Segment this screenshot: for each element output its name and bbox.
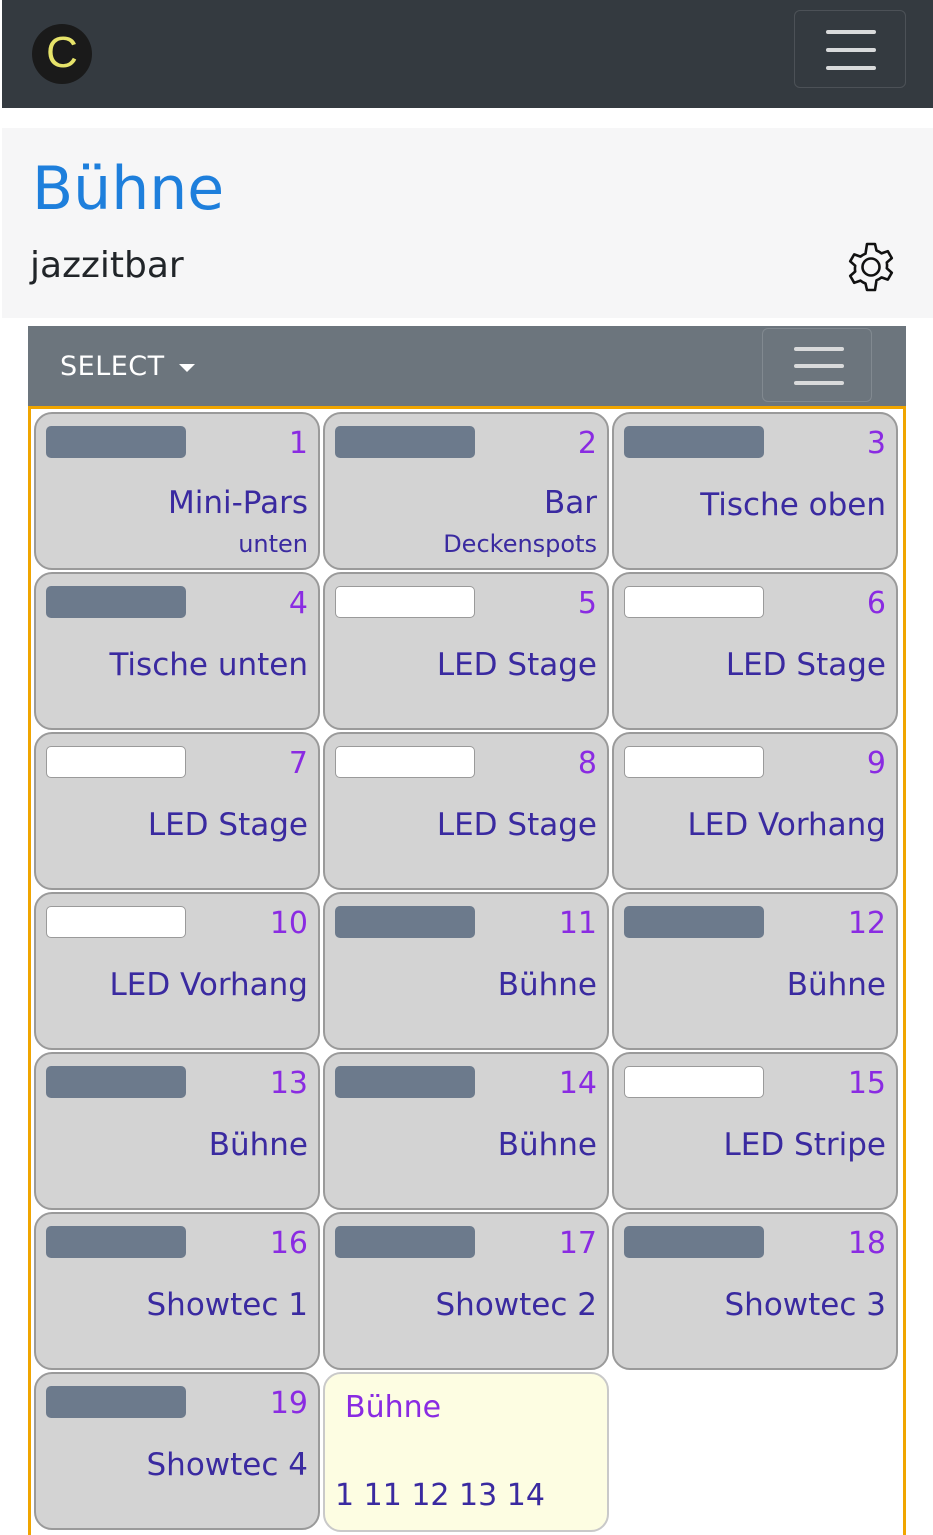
group-members: 1 11 12 13 14	[335, 1478, 545, 1513]
level-bar	[624, 1066, 764, 1098]
hamburger-line	[794, 364, 844, 368]
device-number: 10	[269, 906, 308, 941]
device-name: Showtec 3	[724, 1287, 887, 1323]
device-name: LED Stripe	[723, 1127, 886, 1163]
device-name: LED Stage	[436, 807, 597, 843]
caret-down-icon	[178, 363, 195, 372]
page-title: Bühne	[32, 154, 225, 224]
device-tile[interactable]: 7 LED Stage	[34, 732, 320, 890]
level-bar	[624, 1226, 764, 1258]
group-tile[interactable]: Bühne 1 11 12 13 14	[323, 1372, 609, 1532]
hamburger-line	[794, 347, 844, 351]
device-tile[interactable]: 19 Showtec 4	[34, 1372, 320, 1530]
device-number: 1	[288, 426, 308, 461]
level-bar	[624, 746, 764, 778]
device-number: 2	[577, 426, 597, 461]
device-tile[interactable]: 13 Bühne	[34, 1052, 320, 1210]
level-bar	[46, 586, 186, 618]
device-name: Mini-Pars	[168, 485, 308, 521]
device-number: 15	[847, 1066, 886, 1101]
device-tile[interactable]: 11 Bühne	[323, 892, 609, 1050]
level-bar	[335, 426, 475, 458]
level-bar	[624, 426, 764, 458]
device-tile[interactable]: 12 Bühne	[612, 892, 898, 1050]
device-name: Showtec 2	[435, 1287, 598, 1323]
device-number: 12	[847, 906, 886, 941]
device-name: Bühne	[208, 1127, 308, 1163]
level-bar	[46, 1066, 186, 1098]
device-number: 11	[558, 906, 597, 941]
selection-toolbar: SELECT	[28, 326, 906, 406]
page-subtitle: jazzitbar	[30, 245, 184, 286]
device-name: Bühne	[497, 967, 597, 1003]
device-name: Bühne	[786, 967, 886, 1003]
device-tile[interactable]: 3 Tische oben	[612, 412, 898, 570]
device-tile[interactable]: 17 Showtec 2	[323, 1212, 609, 1370]
device-tile[interactable]: 1 Mini-Pars unten	[34, 412, 320, 570]
device-number: 8	[577, 746, 597, 781]
level-bar	[46, 1386, 186, 1418]
hamburger-line	[826, 48, 876, 52]
device-number: 5	[577, 586, 597, 621]
device-tile[interactable]: 9 LED Vorhang	[612, 732, 898, 890]
level-bar	[624, 906, 764, 938]
level-bar	[46, 746, 186, 778]
device-number: 19	[269, 1386, 308, 1421]
device-number: 17	[558, 1226, 597, 1261]
level-bar	[335, 1066, 475, 1098]
device-number: 4	[288, 586, 308, 621]
device-name: LED Vorhang	[109, 967, 308, 1003]
app-logo[interactable]: C	[32, 24, 92, 84]
level-bar	[335, 746, 475, 778]
device-name: Showtec 4	[146, 1447, 309, 1483]
level-bar	[46, 426, 186, 458]
hamburger-line	[794, 381, 844, 385]
device-tile[interactable]: 4 Tische unten	[34, 572, 320, 730]
device-tile[interactable]: 18 Showtec 3	[612, 1212, 898, 1370]
device-number: 3	[866, 426, 886, 461]
page-header: Bühne jazzitbar	[2, 128, 933, 318]
group-name: Bühne	[345, 1390, 442, 1425]
device-tile[interactable]: 15 LED Stripe	[612, 1052, 898, 1210]
device-number: 13	[269, 1066, 308, 1101]
hamburger-line	[826, 66, 876, 70]
device-name: Tische oben	[700, 487, 886, 523]
device-tile[interactable]: 16 Showtec 1	[34, 1212, 320, 1370]
level-bar	[335, 1226, 475, 1258]
gear-icon[interactable]	[844, 240, 898, 294]
select-label: SELECT	[60, 351, 165, 382]
device-number: 18	[847, 1226, 886, 1261]
level-bar	[335, 586, 475, 618]
device-name: Showtec 1	[146, 1287, 309, 1323]
level-bar	[46, 906, 186, 938]
device-name: LED Stage	[436, 647, 597, 683]
device-name: LED Stage	[725, 647, 886, 683]
level-bar	[624, 586, 764, 618]
device-number: 6	[866, 586, 886, 621]
device-tile[interactable]: 8 LED Stage	[323, 732, 609, 890]
device-subtitle: unten	[238, 530, 308, 558]
device-number: 16	[269, 1226, 308, 1261]
select-dropdown[interactable]: SELECT	[60, 350, 195, 384]
device-number: 14	[558, 1066, 597, 1101]
device-name: Tische unten	[109, 647, 308, 683]
device-number: 7	[288, 746, 308, 781]
device-subtitle: Deckenspots	[443, 530, 597, 558]
level-bar	[46, 1226, 186, 1258]
device-tile[interactable]: 5 LED Stage	[323, 572, 609, 730]
hamburger-line	[826, 30, 876, 34]
device-name: Bar	[543, 485, 597, 521]
device-tile[interactable]: 10 LED Vorhang	[34, 892, 320, 1050]
top-navbar: C	[2, 0, 933, 108]
level-bar	[335, 906, 475, 938]
device-tile[interactable]: 14 Bühne	[323, 1052, 609, 1210]
device-name: LED Stage	[147, 807, 308, 843]
device-name: Bühne	[497, 1127, 597, 1163]
device-tile[interactable]: 2 Bar Deckenspots	[323, 412, 609, 570]
device-name: LED Vorhang	[687, 807, 886, 843]
device-tile[interactable]: 6 LED Stage	[612, 572, 898, 730]
toolbar-menu-button[interactable]	[762, 328, 872, 402]
menu-toggle-button[interactable]	[794, 10, 906, 88]
device-number: 9	[866, 746, 886, 781]
